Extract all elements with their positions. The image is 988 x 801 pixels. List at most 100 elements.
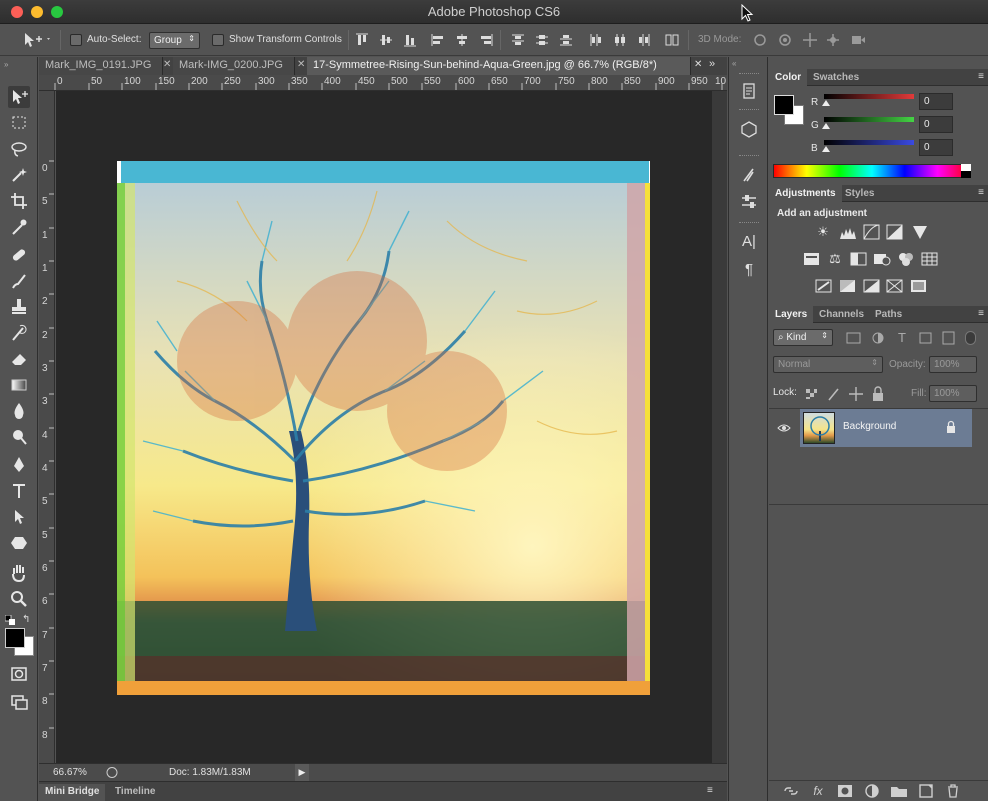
filter-toggle[interactable] <box>965 331 976 345</box>
blend-mode-dropdown[interactable]: Normal ⇕ <box>773 356 883 373</box>
gradient-tool-icon[interactable] <box>8 374 30 396</box>
dock-grip[interactable] <box>739 155 759 158</box>
sharing-icon[interactable] <box>105 766 119 779</box>
tab-swatches[interactable]: Swatches <box>807 69 865 86</box>
tab-color[interactable]: Color <box>769 69 808 86</box>
panel-menu-icon[interactable]: ≡ <box>707 785 713 796</box>
levels-icon[interactable] <box>839 224 857 240</box>
move-tool-icon[interactable] <box>8 86 30 108</box>
curves-icon[interactable] <box>863 224 881 240</box>
healing-brush-tool-icon[interactable] <box>8 244 30 266</box>
distribute-bottom-edges-icon[interactable] <box>558 32 574 48</box>
auto-align-layers-icon[interactable] <box>664 32 680 48</box>
history-panel-icon[interactable] <box>738 81 760 101</box>
expand-dock-icon[interactable]: « <box>732 59 736 68</box>
collapse-panel-icon[interactable]: » <box>4 60 8 69</box>
lock-image-pixels-icon[interactable] <box>825 386 843 402</box>
color-lookup-icon[interactable] <box>921 251 939 267</box>
green-slider[interactable] <box>824 117 914 122</box>
distribute-top-edges-icon[interactable] <box>510 32 526 48</box>
quick-mask-icon[interactable] <box>8 663 30 685</box>
more-tabs-icon[interactable]: » <box>709 58 715 70</box>
invert-icon[interactable] <box>815 278 833 294</box>
panel-menu-icon[interactable]: ≡ <box>978 308 984 319</box>
new-layer-icon[interactable] <box>917 784 935 800</box>
3d-roll-icon[interactable] <box>777 32 793 48</box>
red-slider[interactable] <box>824 94 914 99</box>
3d-slide-icon[interactable] <box>825 32 841 48</box>
delete-layer-icon[interactable] <box>944 784 962 800</box>
color-swatches[interactable] <box>774 95 804 125</box>
align-left-edges-icon[interactable] <box>430 32 446 48</box>
history-brush-tool-icon[interactable] <box>8 322 30 344</box>
quick-selection-tool-icon[interactable] <box>8 164 30 186</box>
exposure-icon[interactable] <box>886 224 904 240</box>
paragraph-panel-icon[interactable]: ¶ <box>738 260 760 280</box>
panel-menu-icon[interactable]: ≡ <box>978 71 984 82</box>
vibrance-icon[interactable] <box>911 224 929 240</box>
distribute-left-edges-icon[interactable] <box>588 32 604 48</box>
tab-channels[interactable]: Channels <box>813 306 870 323</box>
brush-presets-icon[interactable] <box>738 164 760 184</box>
hue-saturation-icon[interactable] <box>803 251 821 267</box>
filter-smart-object-icon[interactable] <box>940 330 958 346</box>
path-selection-tool-icon[interactable] <box>8 506 30 528</box>
tab-layers[interactable]: Layers <box>769 306 814 323</box>
slider-thumb-icon[interactable] <box>822 146 830 152</box>
color-spectrum-ramp[interactable] <box>773 164 971 178</box>
3d-panel-icon[interactable] <box>738 119 760 139</box>
zoom-tool-icon[interactable] <box>8 588 30 610</box>
lock-transparent-pixels-icon[interactable] <box>803 386 821 402</box>
align-bottom-edges-icon[interactable] <box>402 32 418 48</box>
distribute-right-edges-icon[interactable] <box>636 32 652 48</box>
move-tool-preset-picker[interactable] <box>22 30 52 50</box>
filter-shape-icon[interactable] <box>917 330 935 346</box>
tab-styles[interactable]: Styles <box>839 185 880 202</box>
blur-tool-icon[interactable] <box>8 400 30 422</box>
3d-rotate-icon[interactable] <box>752 32 768 48</box>
black-swatch[interactable] <box>961 171 971 178</box>
white-swatch[interactable] <box>961 164 971 171</box>
tab-mark-img-0191[interactable]: Mark_IMG_0191.JPG <box>39 57 163 75</box>
align-top-edges-icon[interactable] <box>354 32 370 48</box>
tab-paths[interactable]: Paths <box>869 306 908 323</box>
shape-tool-icon[interactable] <box>8 532 30 554</box>
marquee-tool-icon[interactable] <box>8 112 30 134</box>
add-mask-icon[interactable] <box>836 784 854 800</box>
selective-color-icon[interactable] <box>910 278 928 294</box>
red-value-field[interactable]: 0 <box>919 93 953 110</box>
auto-select-dropdown[interactable]: Group ⇕ <box>149 32 200 49</box>
blue-value-field[interactable]: 0 <box>919 139 953 156</box>
layer-style-icon[interactable]: fx <box>809 784 827 800</box>
new-adjustment-layer-icon[interactable] <box>863 784 881 800</box>
dodge-tool-icon[interactable] <box>8 426 30 448</box>
slider-thumb-icon[interactable] <box>822 100 830 106</box>
black-white-icon[interactable] <box>850 251 868 267</box>
dock-grip[interactable] <box>739 109 759 112</box>
gradient-map-icon[interactable] <box>886 278 904 294</box>
blue-slider[interactable] <box>824 140 914 145</box>
3d-pan-icon[interactable] <box>802 32 818 48</box>
tab-adjustments[interactable]: Adjustments <box>769 185 842 202</box>
brush-tool-icon[interactable] <box>8 270 30 292</box>
type-tool-icon[interactable] <box>8 480 30 502</box>
channel-mixer-icon[interactable] <box>897 251 915 267</box>
tab-timeline[interactable]: Timeline <box>109 784 161 801</box>
align-vertical-centers-icon[interactable] <box>378 32 394 48</box>
swap-colors-icon[interactable]: ↰ <box>22 614 30 625</box>
filter-type-icon[interactable]: T <box>893 330 911 346</box>
3d-scale-icon[interactable] <box>850 32 866 48</box>
photo-filter-icon[interactable] <box>873 251 891 267</box>
foreground-color-swatch[interactable] <box>5 628 25 648</box>
clone-stamp-tool-icon[interactable] <box>8 296 30 318</box>
filter-adjustment-icon[interactable] <box>869 330 887 346</box>
posterize-icon[interactable] <box>839 278 857 294</box>
filter-pixel-icon[interactable] <box>845 330 863 346</box>
green-value-field[interactable]: 0 <box>919 116 953 133</box>
distribute-horizontal-centers-icon[interactable] <box>612 32 628 48</box>
crop-tool-icon[interactable] <box>8 190 30 212</box>
document-image[interactable] <box>117 161 650 695</box>
link-layers-icon[interactable] <box>782 784 800 800</box>
opacity-field[interactable]: 100% <box>929 356 977 373</box>
tab-mark-img-0200[interactable]: Mark-IMG_0200.JPG <box>173 57 295 75</box>
